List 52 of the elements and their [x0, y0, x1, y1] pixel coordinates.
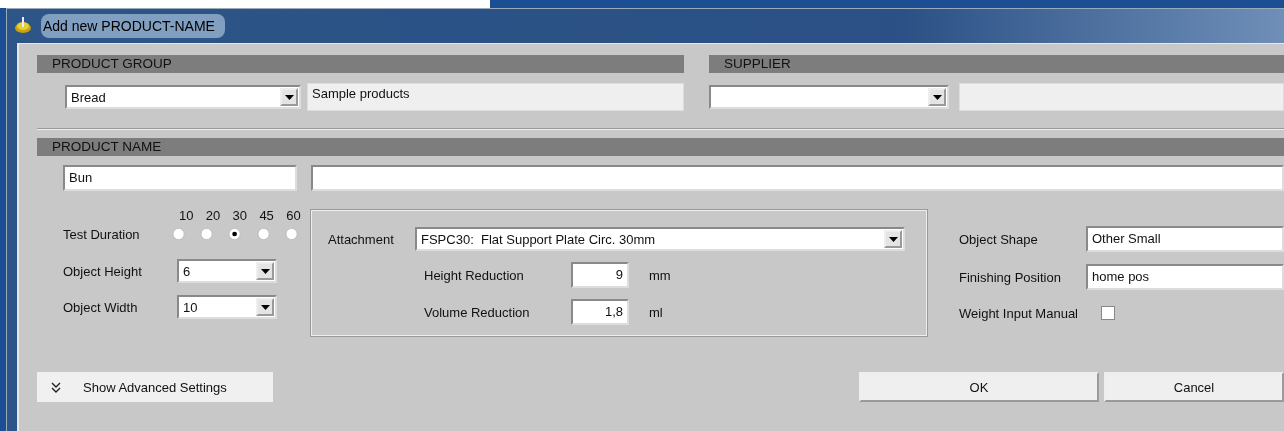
field-label: Object Width [63, 299, 139, 315]
shape-field[interactable]: Other Small [1086, 226, 1284, 252]
duration-label: 30 [232, 208, 249, 224]
description-field: Sample products [307, 83, 684, 111]
radio-button[interactable] [228, 227, 242, 241]
caret-icon [284, 94, 294, 100]
window-title: Add new PRODUCT-NAME [41, 14, 225, 38]
radio-button[interactable] [256, 227, 270, 241]
field-label: Object Shape [959, 231, 1039, 247]
position-field[interactable]: home pos [1086, 264, 1284, 290]
short-name-field[interactable]: Bun [63, 165, 297, 191]
duration-label: 45 [259, 208, 275, 224]
dropdown-button[interactable] [256, 262, 274, 280]
section-header: SUPPLIER [709, 55, 1284, 73]
field-label: Finishing Position [959, 269, 1062, 285]
app-icon [13, 16, 33, 36]
field-label: Attachment [328, 231, 395, 247]
ok-button[interactable]: OK [859, 372, 1099, 402]
field-label: Weight Input Manual [959, 305, 1078, 321]
double-chevron-icon [51, 381, 61, 393]
height-dropdown[interactable]: 6 [177, 259, 277, 283]
caret-icon [888, 236, 898, 242]
long-name-field[interactable] [311, 165, 1284, 191]
duration-label: 10 [179, 208, 195, 224]
product-group-dropdown[interactable]: Bread [65, 85, 301, 109]
number-field[interactable]: 9 [571, 262, 629, 288]
caret-icon [260, 268, 270, 274]
radio-button[interactable] [284, 227, 298, 241]
field-label: Test Duration [63, 226, 141, 242]
unit-label: mm [649, 267, 671, 283]
checkbox[interactable] [1101, 306, 1115, 320]
caret-icon [932, 94, 942, 100]
duration-label: 60 [286, 208, 302, 224]
attachment-dropdown[interactable]: FSPC30: Flat Support Plate Circ. 30mm [415, 227, 905, 251]
section-header: PRODUCT NAME [37, 138, 1284, 156]
field-label: Volume Reduction [424, 304, 531, 320]
radio-button[interactable] [200, 227, 214, 241]
cancel-button[interactable]: Cancel [1104, 372, 1284, 402]
section-header: PRODUCT GROUP [37, 55, 684, 73]
field-label: Height Reduction [424, 267, 525, 283]
dropdown-button[interactable] [884, 230, 902, 248]
dropdown-button[interactable] [928, 88, 946, 106]
field-label: Object Height [63, 263, 143, 279]
caret-icon [260, 304, 270, 310]
advanced-settings-button[interactable]: Show Advanced Settings [37, 372, 273, 402]
duration-label: 20 [205, 208, 222, 224]
unit-label: ml [649, 304, 663, 320]
radio-button[interactable] [172, 227, 186, 241]
dropdown-button[interactable] [280, 88, 298, 106]
width-dropdown[interactable]: 10 [177, 295, 277, 319]
dropdown-button[interactable] [256, 298, 274, 316]
number-field[interactable]: 1,8 [571, 299, 629, 325]
